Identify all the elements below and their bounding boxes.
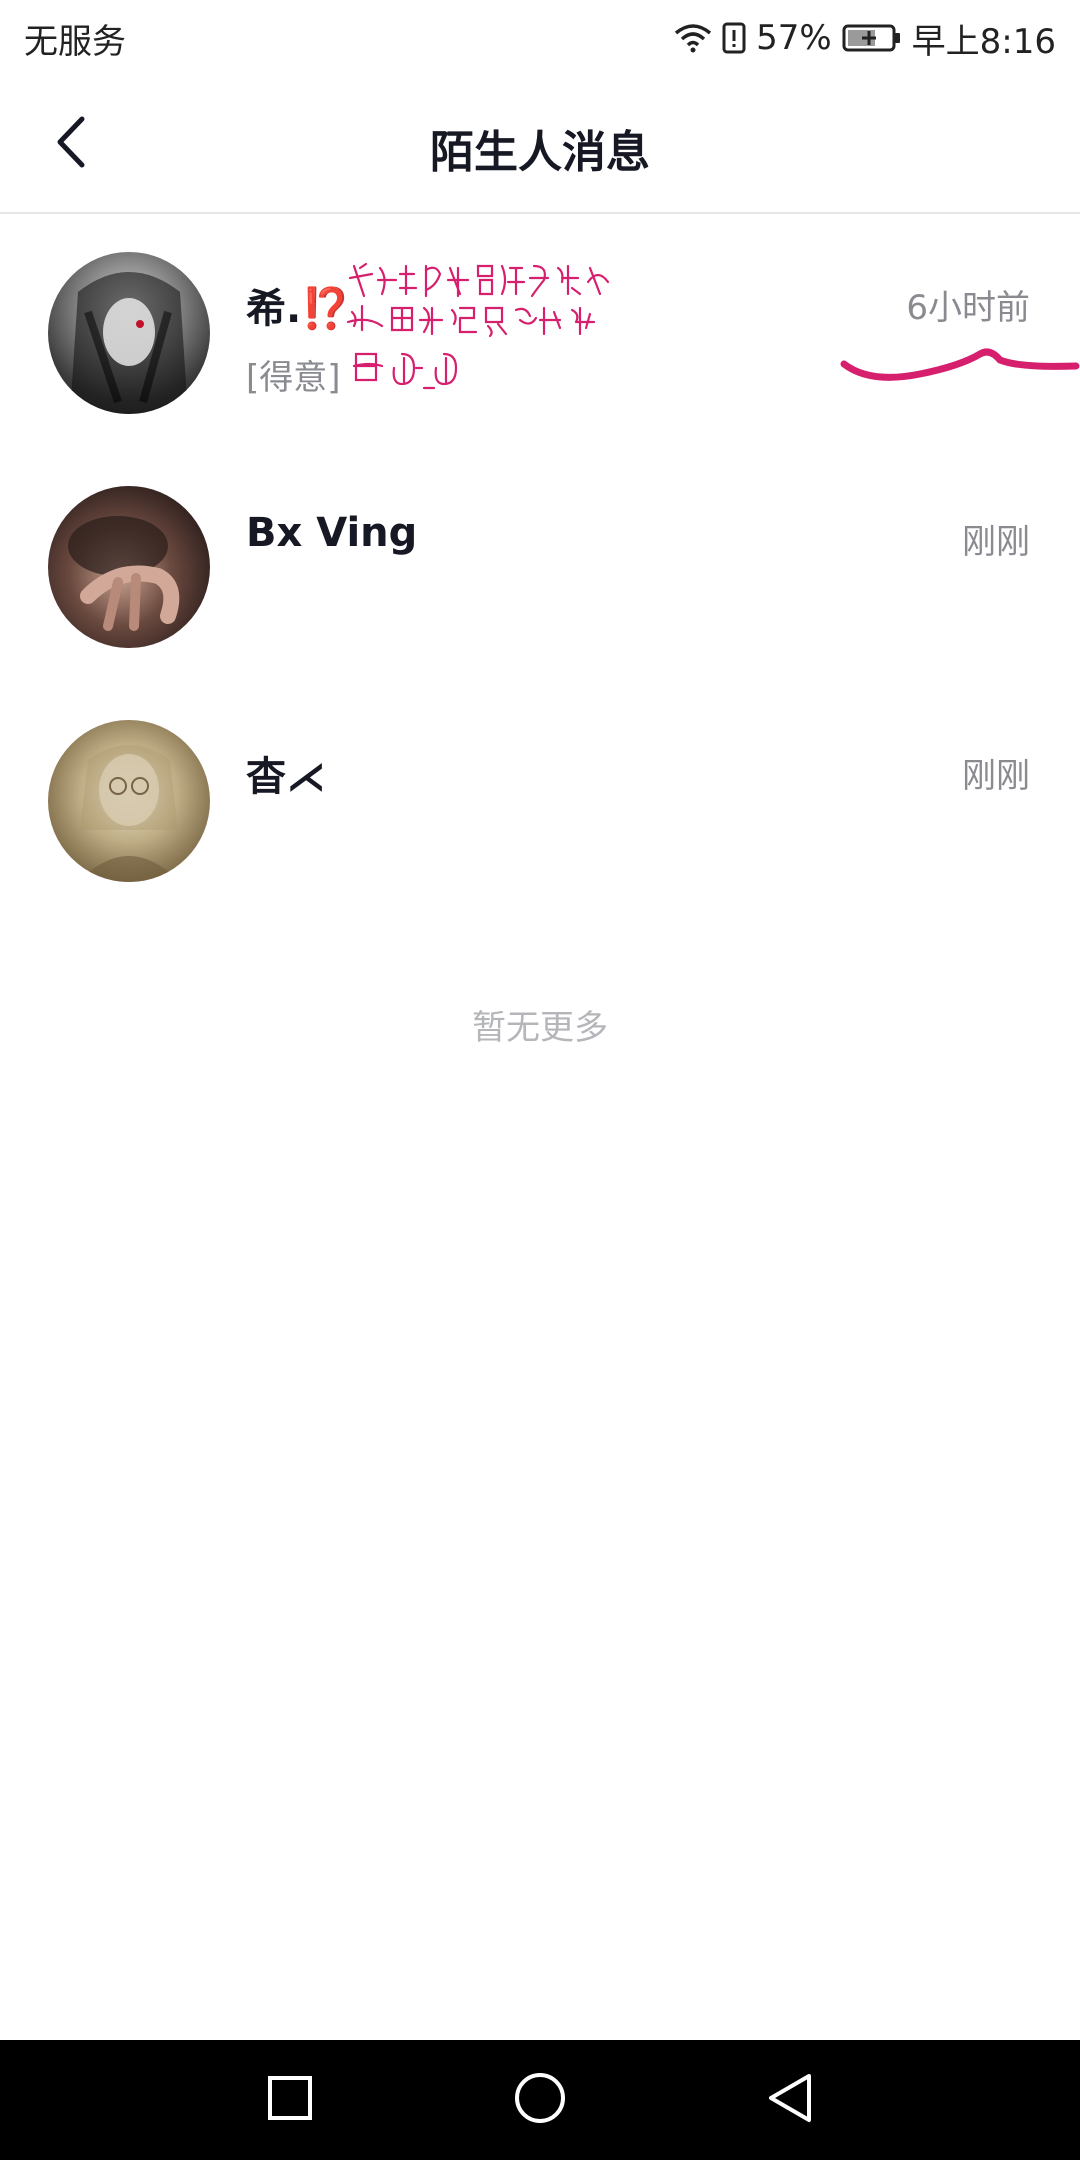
conversation-preview: [得意] (246, 358, 341, 398)
status-bar: 无服务 57% 早上8:16 (0, 0, 1080, 76)
conversation-time: 刚刚 (962, 756, 1030, 796)
recents-square-icon (267, 2075, 313, 2125)
system-back-button[interactable] (755, 2065, 825, 2135)
home-button[interactable] (505, 2065, 575, 2135)
alert-icon (722, 22, 746, 54)
status-icons: 57% 早上8:16 (674, 14, 1056, 63)
recents-button[interactable] (255, 2065, 325, 2135)
wifi-icon (674, 23, 712, 53)
handwritten-underline (840, 348, 1080, 381)
avatar[interactable] (48, 252, 210, 414)
empty-hint: 暂无更多 (472, 1008, 608, 1048)
page-title: 陌生人消息 (430, 127, 650, 178)
battery-percent: 57% (756, 18, 832, 58)
avatar[interactable] (48, 720, 210, 882)
conversation-time: 刚刚 (962, 522, 1030, 562)
conversation-row[interactable]: 希.⁉️ [得意] 6小时前 (0, 214, 1080, 448)
conversation-list: 希.⁉️ [得意] 6小时前 Bx Ving 刚刚 杳⋌ 刚刚 (0, 214, 1080, 916)
conversation-name: Bx Ving (246, 510, 418, 556)
back-triangle-icon (767, 2072, 813, 2128)
carrier-label: 无服务 (24, 21, 126, 62)
handwritten-annotation (346, 262, 610, 390)
conversation-time: 6小时前 (906, 288, 1030, 328)
system-nav-bar (0, 2040, 1080, 2160)
conversation-name: 希.⁉️ (246, 286, 351, 332)
avatar[interactable] (48, 486, 210, 648)
clock-time: 早上8:16 (911, 21, 1056, 62)
conversation-name: 杳⋌ (246, 754, 326, 800)
header-bar: 陌生人消息 (0, 76, 1080, 214)
conversation-row[interactable]: 杳⋌ 刚刚 (0, 682, 1080, 916)
home-circle-icon (514, 2072, 566, 2128)
conversation-row[interactable]: Bx Ving 刚刚 (0, 448, 1080, 682)
battery-charging-icon (842, 23, 902, 53)
